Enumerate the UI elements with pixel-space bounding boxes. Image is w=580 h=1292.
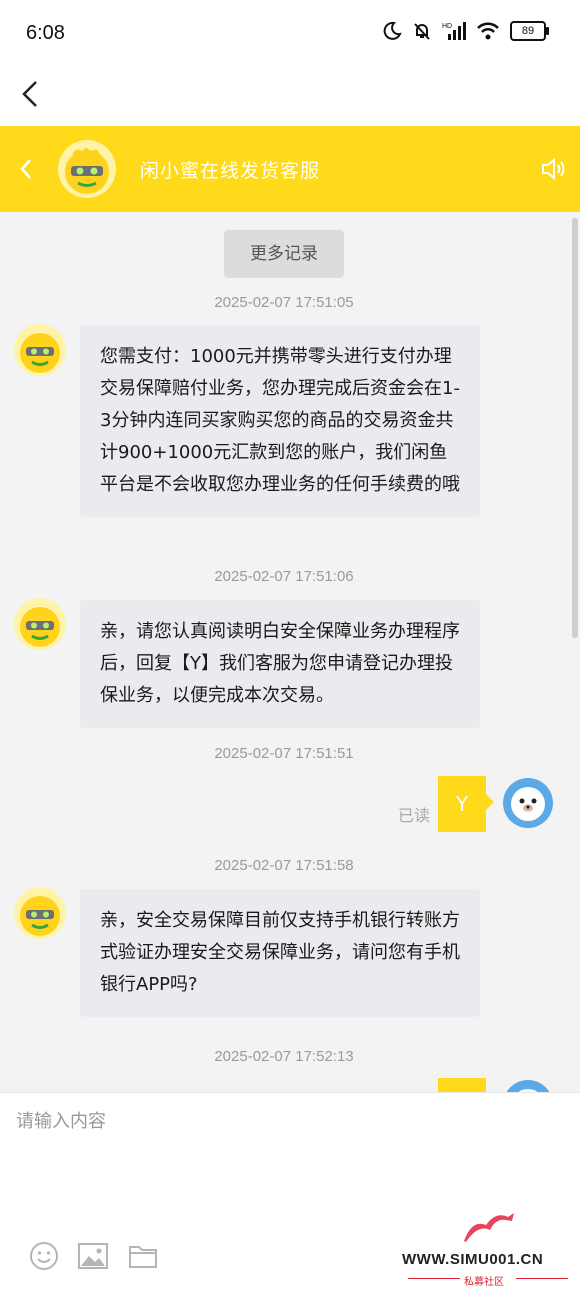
watermark-subtitle: 私募社区 [464, 1277, 504, 1288]
watermark: WWW.SIMU001.CN 私募社区 [402, 1213, 574, 1288]
folder-icon[interactable] [127, 1241, 159, 1271]
bot-avatar[interactable] [14, 324, 66, 376]
watermark-text: WWW.SIMU001.CN [402, 1251, 544, 1268]
bot-message-bubble[interactable]: 亲，请您认真阅读明白安全保障业务办理程序后，回复【Y】我们客服为您申请登记办理投… [80, 600, 480, 728]
user-message-bubble[interactable] [438, 1078, 486, 1092]
message-timestamp: 2025-02-07 17:51:05 [214, 294, 354, 311]
emoji-icon[interactable] [28, 1241, 60, 1271]
header-back-icon[interactable] [14, 154, 40, 184]
bot-avatar[interactable] [14, 887, 66, 939]
watermark-divider [408, 1278, 460, 1279]
chat-title: 闲小蜜在线发货客服 [140, 160, 321, 182]
hd-label: HD [442, 23, 452, 30]
wifi-icon [477, 22, 499, 40]
message-timestamp: 2025-02-07 17:51:51 [214, 745, 354, 762]
status-icons: HD 89 [382, 21, 549, 41]
bot-message-bubble[interactable]: 您需支付：1000元并携带零头进行支付办理交易保障赔付业务，您办理完成后资金会在… [80, 325, 480, 517]
battery-icon: 89 [510, 21, 549, 41]
message-timestamp: 2025-02-07 17:51:06 [214, 568, 354, 585]
user-message-bubble[interactable]: Y [438, 776, 494, 832]
back-icon[interactable] [14, 76, 50, 112]
scrollbar[interactable] [572, 218, 578, 638]
status-bar: 6:08 HD 89 [0, 0, 580, 70]
bot-message-bubble[interactable]: 亲，安全交易保障目前仅支持手机银行转账方式验证办理安全交易保障业务，请问您有手机… [80, 889, 480, 1017]
more-records-button[interactable]: 更多记录 [224, 230, 344, 278]
watermark-divider [516, 1278, 568, 1279]
chat-message-list[interactable]: 更多记录 2025-02-07 17:51:05 您需支付：1000元并携带零头… [0, 212, 580, 1092]
top-navigation [0, 70, 580, 126]
message-timestamp: 2025-02-07 17:52:13 [214, 1048, 354, 1065]
image-icon[interactable] [77, 1241, 109, 1271]
message-timestamp: 2025-02-07 17:51:58 [214, 857, 354, 874]
bell-off-icon [414, 23, 430, 40]
user-avatar[interactable] [503, 1080, 553, 1092]
status-time: 6:08 [26, 22, 65, 44]
bot-avatar [58, 140, 116, 198]
read-status: 已读 [398, 806, 431, 825]
watermark-logo-icon [464, 1213, 514, 1242]
signal-icon: HD [442, 22, 466, 40]
user-avatar[interactable] [503, 778, 553, 828]
message-input[interactable] [14, 1105, 558, 1209]
chat-header: 闲小蜜在线发货客服 [0, 126, 580, 212]
speaker-icon[interactable] [540, 156, 566, 182]
bot-avatar[interactable] [14, 598, 66, 650]
moon-icon [383, 21, 402, 40]
input-area: WWW.SIMU001.CN 私募社区 [0, 1092, 580, 1292]
